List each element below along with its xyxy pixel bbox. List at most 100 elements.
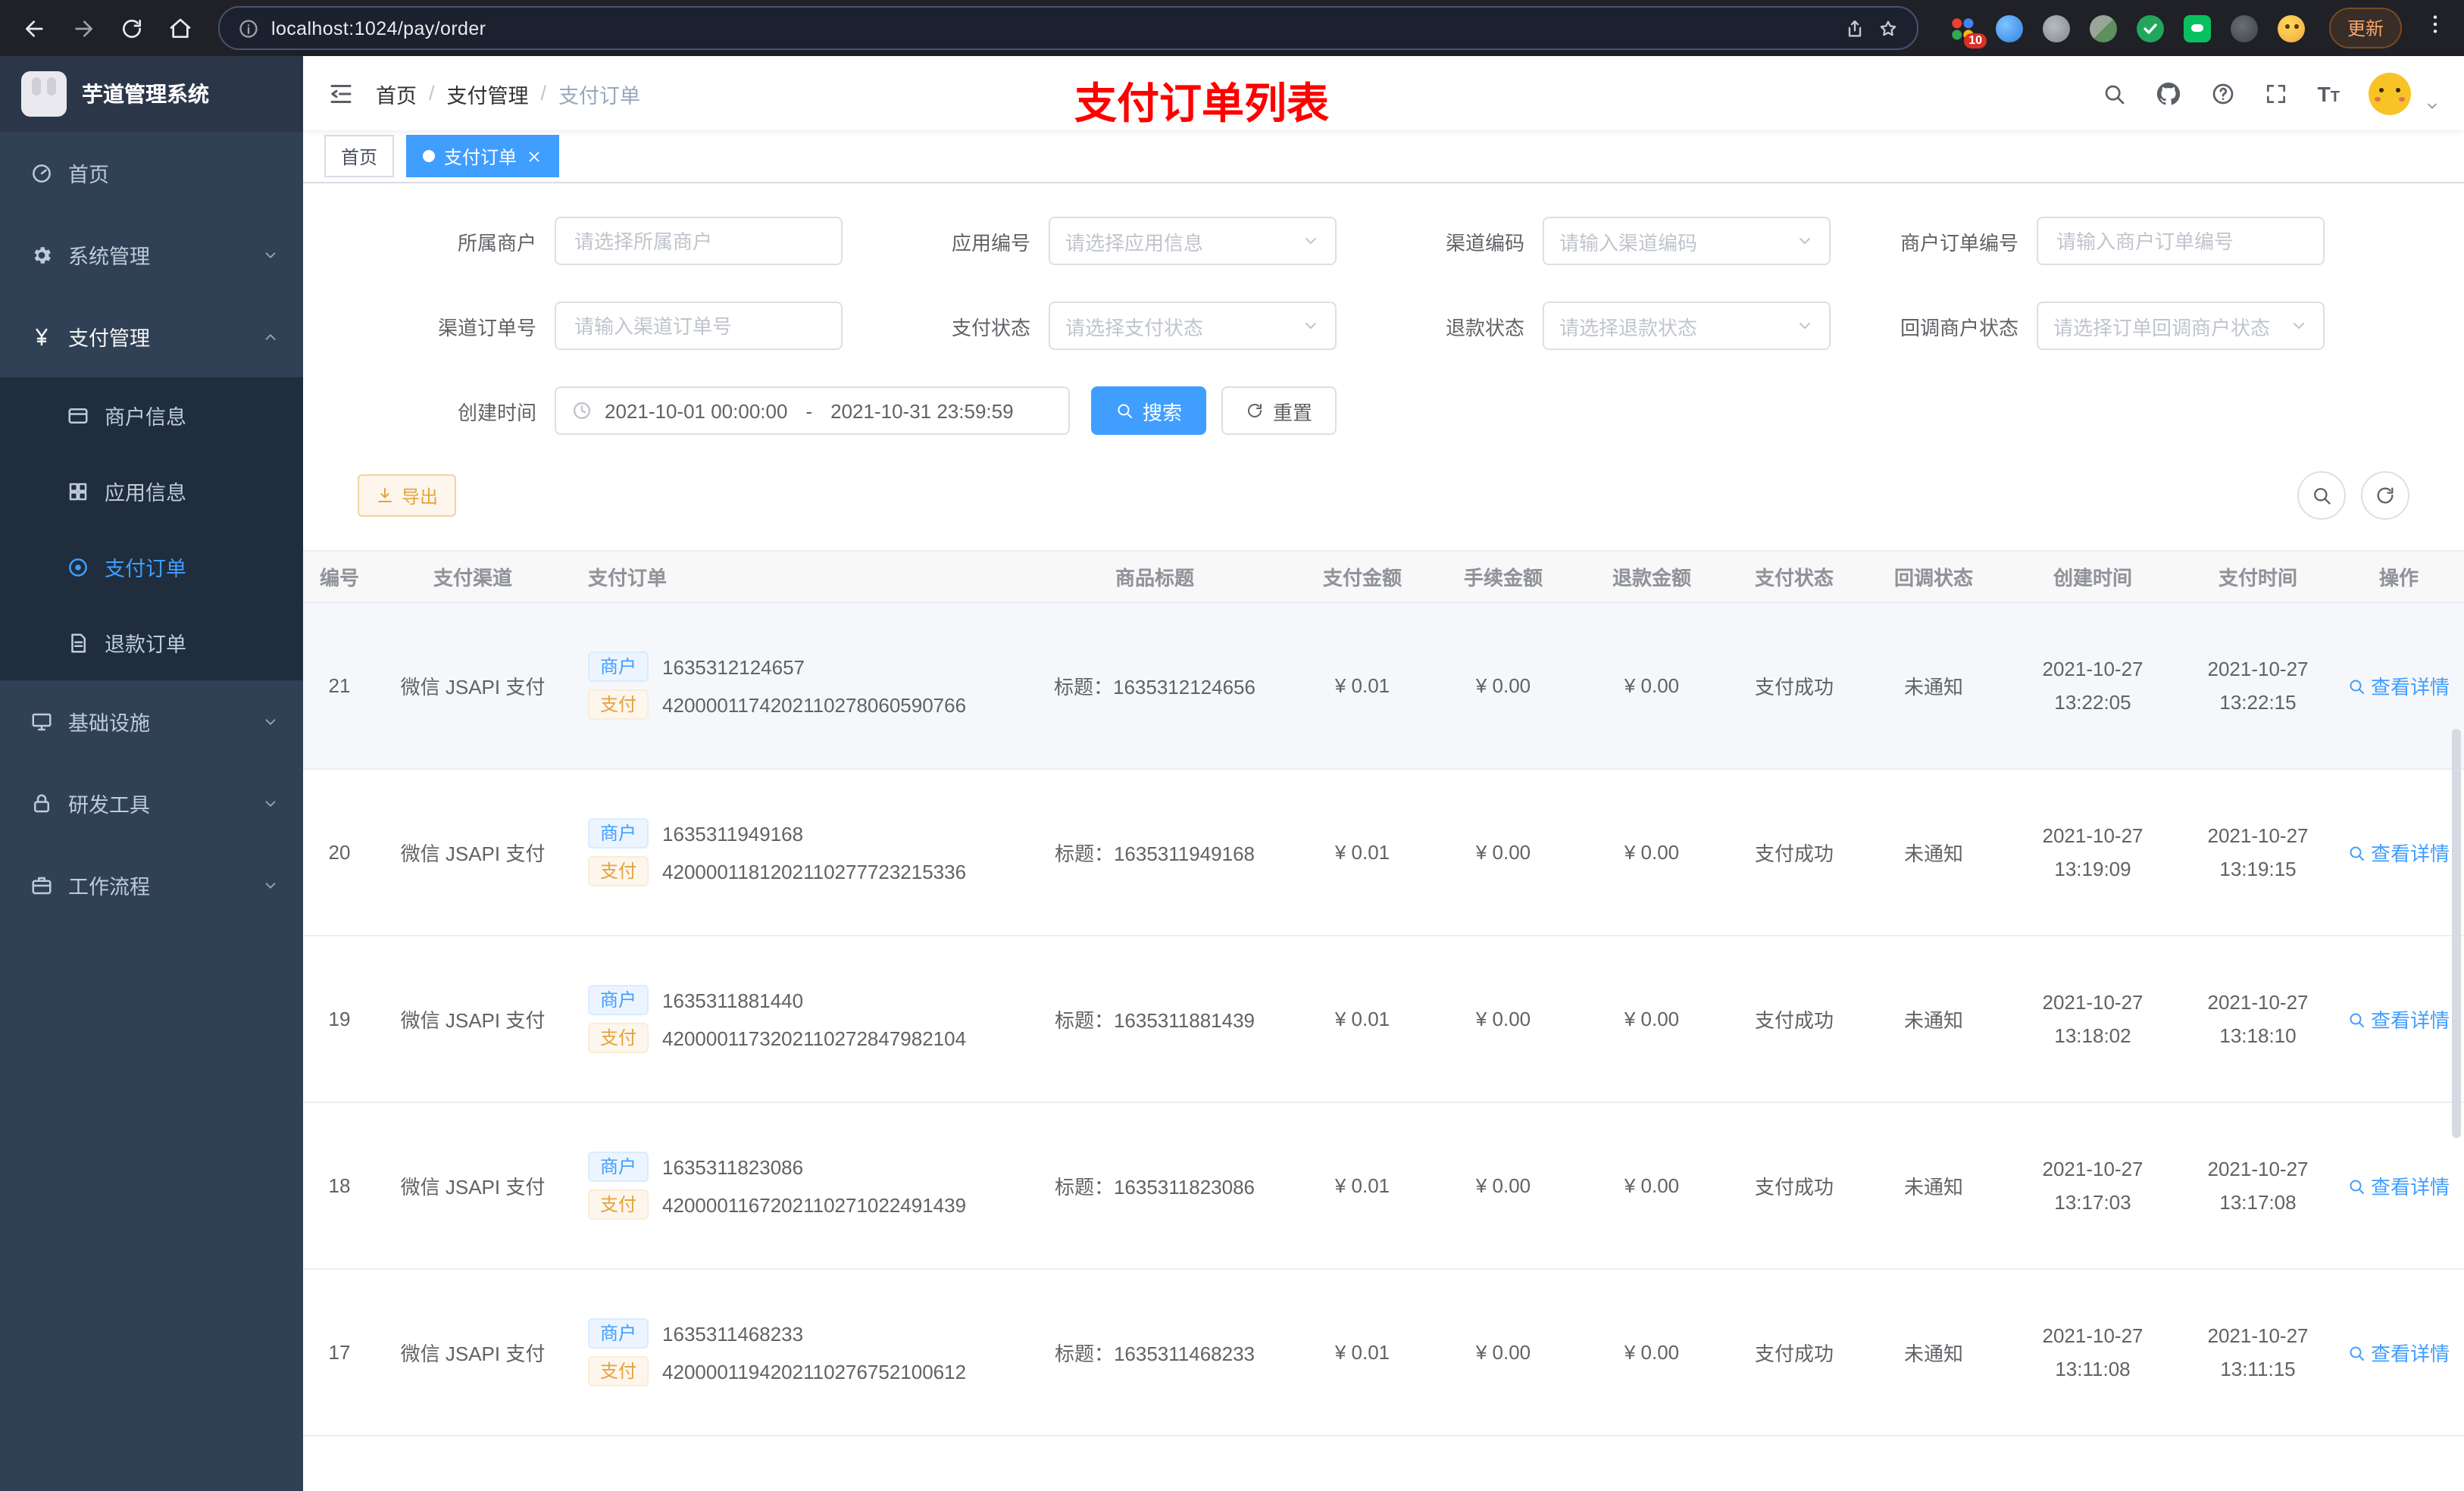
tab-pay-order[interactable]: 支付订单 bbox=[406, 135, 560, 177]
extension-icon-check[interactable] bbox=[2137, 14, 2164, 42]
github-icon[interactable] bbox=[2156, 80, 2183, 107]
sidebar-item-pay-order[interactable]: 支付订单 bbox=[0, 529, 303, 605]
header-search-icon[interactable] bbox=[2103, 81, 2127, 105]
view-detail-link[interactable]: 查看详情 bbox=[2348, 838, 2450, 867]
notify-status-select[interactable]: 请选择订单回调商户状态 bbox=[2037, 302, 2325, 350]
fullscreen-icon[interactable] bbox=[2265, 81, 2289, 105]
extension-icon-gray[interactable] bbox=[2043, 14, 2070, 42]
cell-status: 支付成功 bbox=[1724, 1269, 1864, 1436]
browser-update-button[interactable]: 更新 bbox=[2329, 8, 2403, 48]
sidebar-item-merchant-info[interactable]: 商户信息 bbox=[0, 377, 303, 453]
table-row[interactable]: 20 微信 JSAPI 支付 商户 1635311949168 支付 4200001… bbox=[303, 769, 2464, 936]
profile-avatar-icon[interactable] bbox=[2278, 14, 2305, 42]
briefcase-icon bbox=[30, 874, 53, 896]
breadcrumb-pay[interactable]: 支付管理 bbox=[447, 78, 529, 108]
time-line: 13:17:03 bbox=[2054, 1190, 2131, 1213]
url-text[interactable]: localhost:1024/pay/order bbox=[271, 17, 1832, 39]
date-line: 2021-10-27 bbox=[2042, 824, 2143, 848]
extension-icon-pin[interactable] bbox=[2231, 14, 2258, 42]
sidebar-item-app-info[interactable]: 应用信息 bbox=[0, 453, 303, 529]
merchant-input-field[interactable] bbox=[571, 228, 826, 254]
table-row-partial[interactable]: 商户1635311157126 bbox=[303, 1436, 2464, 1491]
sidebar-item-workflow[interactable]: 工作流程 bbox=[0, 844, 303, 926]
browser-reload-icon[interactable] bbox=[112, 8, 152, 48]
sidebar-item-infra[interactable]: 基础设施 bbox=[0, 680, 303, 762]
browser-home-icon[interactable] bbox=[161, 8, 200, 48]
cell-fee: ¥ 0.00 bbox=[1427, 602, 1579, 770]
reset-button[interactable]: 重置 bbox=[1221, 386, 1337, 435]
sidebar-item-label: 退款订单 bbox=[105, 633, 186, 656]
search-icon bbox=[2348, 1177, 2366, 1195]
cell-id: 20 bbox=[303, 769, 376, 936]
refresh-icon bbox=[1246, 402, 1264, 420]
browser-forward-icon[interactable] bbox=[64, 8, 103, 48]
cell-fee: ¥ 0.00 bbox=[1427, 936, 1579, 1103]
browser-menu-icon[interactable] bbox=[2423, 12, 2447, 44]
pay-badge: 支付 bbox=[588, 1356, 649, 1386]
table-row[interactable]: 18 微信 JSAPI 支付 商户 1635311823086 支付 4200001… bbox=[303, 1102, 2464, 1270]
filter-merchant-order-no: 商户订单编号 bbox=[1840, 217, 2334, 265]
sidebar-item-refund-order[interactable]: 退款订单 bbox=[0, 605, 303, 680]
refund-status-select[interactable]: 请选择退款状态 bbox=[1543, 302, 1831, 350]
pay-order-no: 4200001194202110276752100612 bbox=[662, 1360, 967, 1383]
sidebar-item-pay[interactable]: 支付管理 bbox=[0, 295, 303, 377]
cell-notify: 未通知 bbox=[1864, 1269, 2003, 1436]
merchant-order-no-field[interactable] bbox=[2053, 228, 2308, 254]
navbar-actions: TT bbox=[2103, 72, 2440, 114]
site-info-icon[interactable] bbox=[238, 17, 259, 39]
table-row[interactable]: 17 微信 JSAPI 支付 商户 1635311468233 支付 4200001… bbox=[303, 1269, 2464, 1436]
toggle-search-button[interactable] bbox=[2297, 471, 2346, 520]
channel-order-no-input[interactable] bbox=[555, 302, 843, 350]
cell-status: 支付成功 bbox=[1724, 769, 1864, 936]
pay-status-select[interactable]: 请选择支付状态 bbox=[1049, 302, 1337, 350]
browser-back-icon[interactable] bbox=[15, 8, 55, 48]
date-line: 2021-10-27 bbox=[2207, 658, 2309, 681]
cell-channel: 微信 JSAPI 支付 bbox=[376, 769, 570, 936]
breadcrumb-home[interactable]: 首页 bbox=[376, 78, 417, 108]
extension-icon-grid[interactable]: 10 bbox=[1949, 14, 1987, 48]
sidebar-item-home[interactable]: 首页 bbox=[0, 132, 303, 214]
bookmark-star-icon[interactable] bbox=[1878, 17, 1899, 39]
tab-home[interactable]: 首页 bbox=[324, 135, 395, 177]
view-detail-link[interactable]: 查看详情 bbox=[2348, 671, 2450, 700]
help-icon[interactable] bbox=[2212, 81, 2236, 105]
sidebar-collapse-icon[interactable] bbox=[327, 80, 355, 107]
vertical-scrollbar[interactable] bbox=[2452, 729, 2461, 1138]
extension-icon-two-tone[interactable] bbox=[2090, 14, 2117, 42]
channel-order-no-field[interactable] bbox=[571, 313, 826, 339]
channel-code-select[interactable]: 请输入渠道编码 bbox=[1543, 217, 1831, 265]
search-button[interactable]: 搜索 bbox=[1091, 386, 1207, 435]
pay-order-no: 4200001174202110278060590766 bbox=[662, 693, 967, 716]
date-start[interactable]: 2021-10-01 00:00:00 bbox=[605, 399, 787, 422]
date-range-picker[interactable]: 2021-10-01 00:00:00 - 2021-10-31 23:59:5… bbox=[555, 386, 1070, 435]
cell-action: 查看详情 bbox=[2334, 1269, 2464, 1436]
font-size-icon[interactable]: TT bbox=[2318, 81, 2340, 105]
address-bar[interactable]: localhost:1024/pay/order bbox=[218, 6, 1918, 50]
avatar-caret-down-icon[interactable] bbox=[2425, 98, 2440, 113]
close-icon[interactable] bbox=[526, 148, 543, 164]
app-id-select[interactable]: 请选择应用信息 bbox=[1049, 217, 1337, 265]
sidebar-logo[interactable]: 芋道管理系统 bbox=[0, 56, 303, 132]
cell-title: 标题：1635311823086 bbox=[1012, 1102, 1297, 1270]
app-title: 芋道管理系统 bbox=[82, 82, 209, 106]
view-detail-link[interactable]: 查看详情 bbox=[2348, 1171, 2450, 1200]
time-line: 13:11:08 bbox=[2055, 1357, 2131, 1380]
sidebar-item-system[interactable]: 系统管理 bbox=[0, 214, 303, 295]
view-detail-link[interactable]: 查看详情 bbox=[2348, 1005, 2450, 1033]
sidebar-item-devtools[interactable]: 研发工具 bbox=[0, 762, 303, 844]
merchant-order-no-input[interactable] bbox=[2037, 217, 2325, 265]
table-row[interactable]: 19 微信 JSAPI 支付 商户 1635311881440 支付 4200001… bbox=[303, 936, 2464, 1103]
refresh-table-button[interactable] bbox=[2361, 471, 2409, 520]
extension-icon-drop[interactable] bbox=[1996, 14, 2023, 42]
merchant-input[interactable] bbox=[555, 217, 843, 265]
date-end[interactable]: 2021-10-31 23:59:59 bbox=[830, 399, 1013, 422]
filter-merchant: 所属商户 bbox=[358, 217, 852, 265]
user-avatar[interactable] bbox=[2369, 72, 2411, 114]
extension-icon-chat[interactable] bbox=[2184, 14, 2211, 42]
table-row[interactable]: 21 微信 JSAPI 支付 商户 1635312124657 支付 4200001… bbox=[303, 602, 2464, 770]
cell-order: 商户 1635311823086 支付 4200001167202110271022… bbox=[570, 1102, 1012, 1270]
cell-title: 标题：1635311949168 bbox=[1012, 769, 1297, 936]
share-icon[interactable] bbox=[1844, 17, 1865, 39]
view-detail-link[interactable]: 查看详情 bbox=[2348, 1338, 2450, 1367]
export-button[interactable]: 导出 bbox=[358, 474, 457, 517]
